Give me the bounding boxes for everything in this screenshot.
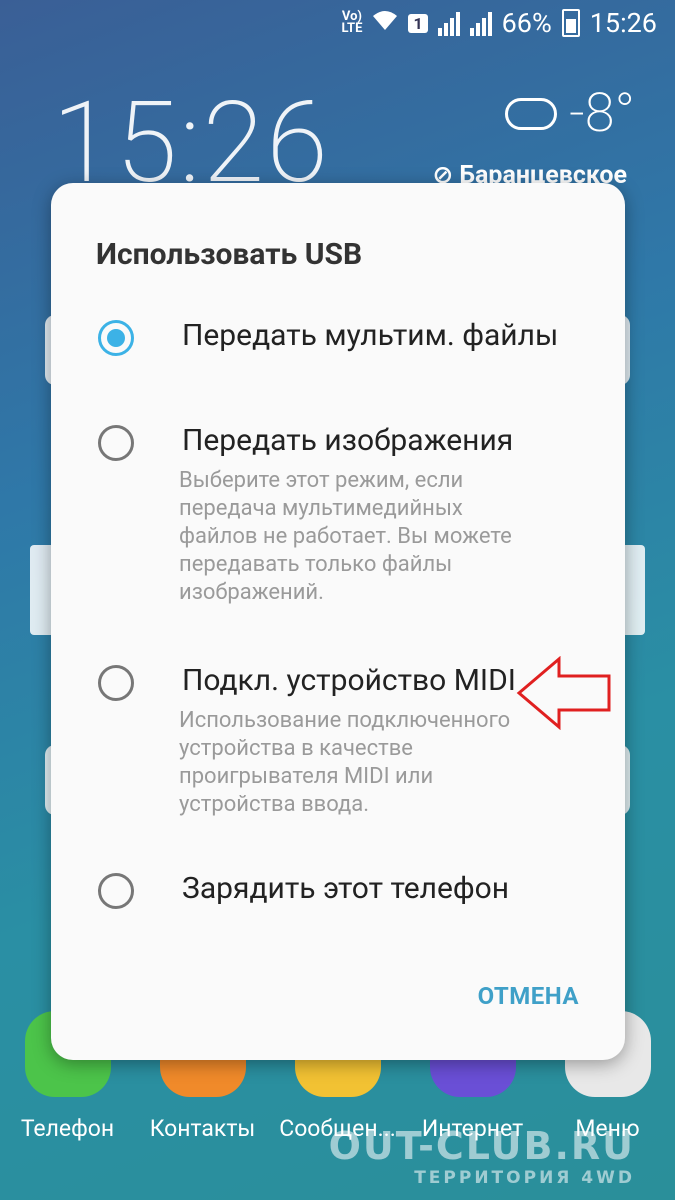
battery-icon	[561, 9, 580, 37]
sim-indicator: 1	[408, 13, 428, 33]
weather-widget[interactable]: -8°	[504, 82, 635, 145]
usb-mode-dialog: Использовать USB Передать мультим. файлы…	[51, 183, 625, 1060]
dock-label: Контакты	[149, 1115, 256, 1142]
cloud-icon	[504, 97, 557, 130]
battery-percent: 66%	[501, 7, 552, 39]
temperature: -8°	[568, 82, 635, 145]
option-description: Выберите этот режим, если передача мульт…	[179, 468, 512, 605]
option-label: Передать изображения	[182, 423, 514, 458]
watermark: OUT-CLUB.RU ТЕРРИТОРИЯ 4WD	[329, 1124, 635, 1188]
wifi-icon	[372, 7, 398, 39]
radio-charge[interactable]	[98, 873, 134, 909]
option-label: Зарядить этот телефон	[182, 871, 510, 906]
signal-sim2-icon	[469, 10, 492, 36]
watermark-line2: ТЕРРИТОРИЯ 4WD	[414, 1168, 635, 1188]
option-label: Подкл. устройство MIDI	[182, 663, 516, 698]
status-bar: Vo) LTE 1 66% 15:26	[0, 0, 675, 46]
annotation-arrow-icon	[516, 656, 611, 730]
signal-sim1-icon	[437, 10, 460, 36]
cancel-button[interactable]: ОТМЕНА	[478, 982, 579, 1010]
radio-transfer-images[interactable]	[98, 425, 134, 461]
watermark-line1: OUT-CLUB.RU	[328, 1124, 635, 1168]
radio-midi[interactable]	[98, 665, 134, 701]
option-label: Передать мультим. файлы	[182, 318, 559, 353]
dock-label: Телефон	[20, 1115, 115, 1142]
dialog-title: Использовать USB	[96, 237, 363, 272]
option-description: Использование подключенного устройства в…	[179, 708, 511, 817]
volte-icon: Vo) LTE	[341, 9, 363, 36]
radio-transfer-media[interactable]	[98, 320, 134, 356]
status-time: 15:26	[589, 7, 657, 39]
